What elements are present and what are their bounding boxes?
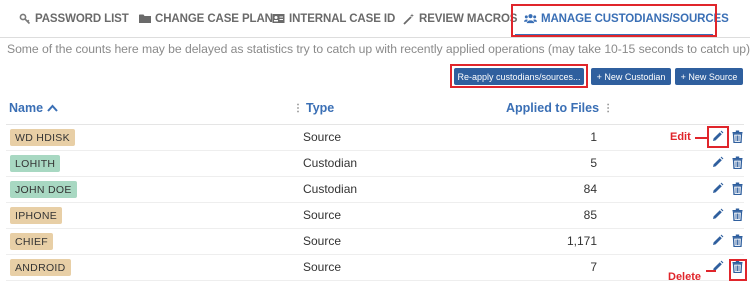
trash-icon[interactable] xyxy=(732,234,744,248)
table-row: CHIEF Source 1,171 xyxy=(6,229,744,255)
column-resize-grip-icon[interactable]: ⋮ xyxy=(293,103,303,114)
edit-annotation-arrow xyxy=(695,137,707,139)
applied-files-cell: 5 xyxy=(590,156,597,170)
table-row: ANDROID Source 7 xyxy=(6,255,744,281)
edit-icon[interactable] xyxy=(711,234,725,248)
column-header-label: Type xyxy=(306,101,335,115)
type-cell: Source xyxy=(303,130,342,144)
folder-icon xyxy=(138,12,151,25)
trash-icon[interactable] xyxy=(732,156,744,170)
table-row: JOHN DOE Custodian 84 xyxy=(6,177,744,203)
delete-annotation-arrow xyxy=(706,270,716,272)
type-cell: Source xyxy=(303,208,342,222)
magic-wand-icon xyxy=(402,12,415,25)
name-badge: ANDROID xyxy=(10,259,71,276)
delete-annotation-box xyxy=(729,259,747,281)
tab-label: PASSWORD LIST xyxy=(35,12,129,25)
new-source-button[interactable]: + New Source xyxy=(675,68,743,85)
edit-icon[interactable] xyxy=(711,156,725,170)
trash-icon[interactable] xyxy=(732,182,744,196)
delay-notice: Some of the counts here may be delayed a… xyxy=(7,42,750,56)
applied-files-cell: 1 xyxy=(590,130,597,144)
name-badge: WD HDISK xyxy=(10,129,75,146)
type-cell: Source xyxy=(303,260,342,274)
edit-icon[interactable] xyxy=(711,208,725,222)
edit-icon[interactable] xyxy=(711,182,725,196)
column-header-applied[interactable]: Applied to Files ⋮ xyxy=(506,101,613,115)
tab-label: INTERNAL CASE ID xyxy=(289,12,396,25)
type-cell: Custodian xyxy=(303,156,358,170)
key-icon xyxy=(18,12,31,25)
trash-icon[interactable] xyxy=(732,130,744,144)
tab-internal-case-id[interactable]: INTERNAL CASE ID xyxy=(272,0,395,37)
table-row: IPHONE Source 85 xyxy=(6,203,744,229)
column-header-name[interactable]: Name xyxy=(9,101,58,115)
tab-password-list[interactable]: PASSWORD LIST xyxy=(18,0,129,37)
delete-annotation-label: Delete xyxy=(668,271,702,283)
applied-files-cell: 84 xyxy=(583,182,597,196)
table-row: LOHITH Custodian 5 xyxy=(6,151,744,177)
name-badge: IPHONE xyxy=(10,207,63,224)
applied-files-cell: 85 xyxy=(583,208,597,222)
column-header-type[interactable]: ⋮ Type xyxy=(293,101,334,115)
name-badge: JOHN DOE xyxy=(10,181,77,198)
edit-annotation-box xyxy=(707,126,729,148)
name-badge: LOHITH xyxy=(10,155,61,172)
new-custodian-button[interactable]: + New Custodian xyxy=(591,68,671,85)
column-resize-grip-icon[interactable]: ⋮ xyxy=(603,103,613,114)
sort-ascending-icon xyxy=(47,101,58,115)
trash-icon[interactable] xyxy=(732,208,744,222)
applied-files-cell: 1,171 xyxy=(566,234,597,248)
tab-label: REVIEW MACROS xyxy=(419,12,518,25)
column-header-label: Applied to Files xyxy=(506,101,600,115)
active-tab-highlight-box xyxy=(511,4,717,37)
type-cell: Custodian xyxy=(303,182,358,196)
reapply-highlight-box xyxy=(450,64,588,88)
applied-files-cell: 7 xyxy=(590,260,597,274)
tab-review-macros[interactable]: REVIEW MACROS xyxy=(402,0,517,37)
table-row: WD HDISK Source 1 xyxy=(6,125,744,151)
type-cell: Source xyxy=(303,234,342,248)
column-header-label: Name xyxy=(9,101,44,115)
tab-change-case-plan[interactable]: CHANGE CASE PLAN xyxy=(138,0,273,37)
name-badge: CHIEF xyxy=(10,233,53,250)
id-card-icon xyxy=(272,12,285,25)
edit-annotation-label: Edit xyxy=(670,131,691,143)
tab-label: CHANGE CASE PLAN xyxy=(155,12,273,25)
